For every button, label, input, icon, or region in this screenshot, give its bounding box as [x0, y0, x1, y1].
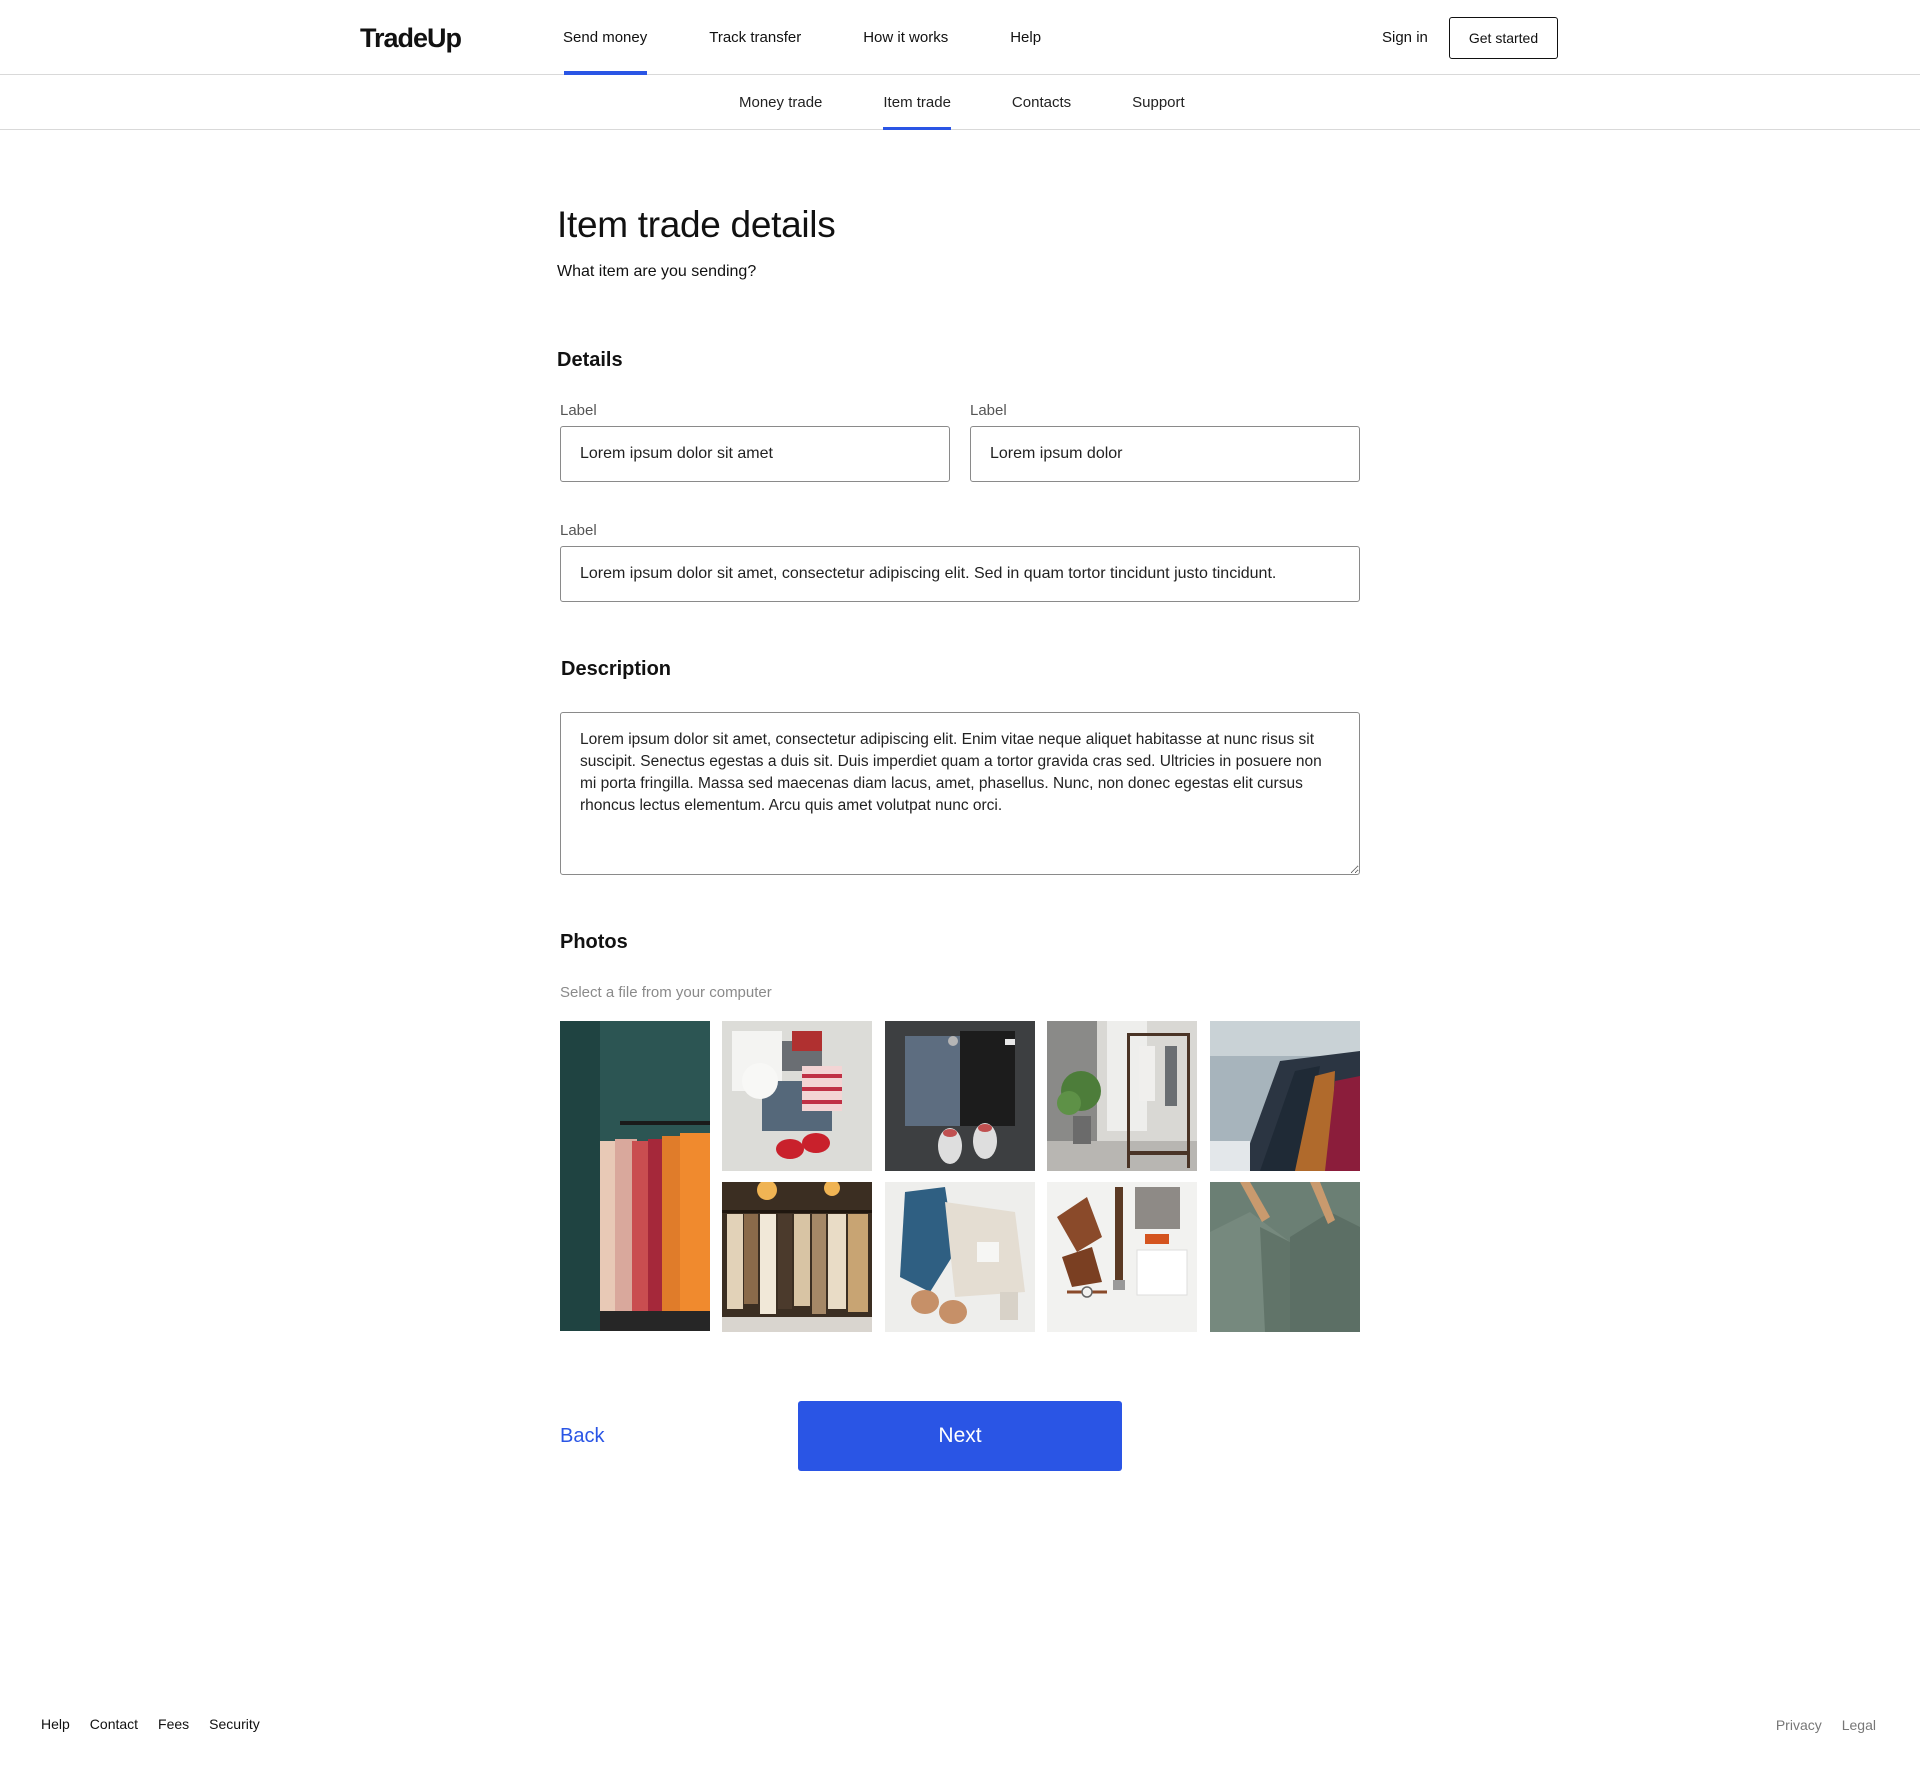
photo-folded-clothes-red-shoes-image — [722, 1021, 872, 1171]
sub-navigation: Money trade Item trade Contacts Support — [739, 75, 1185, 130]
description-textarea[interactable]: Lorem ipsum dolor sit amet, consectetur … — [560, 712, 1360, 875]
top-navigation-bar: TradeUp Send money Track transfer How it… — [0, 0, 1920, 75]
photo-clothing-rack-teal-wall[interactable] — [560, 1021, 710, 1331]
footer-contact-link[interactable]: Contact — [90, 1716, 138, 1732]
main-navigation: Send money Track transfer How it works H… — [540, 0, 1080, 75]
file-select-link[interactable]: Select a file from your computer — [560, 984, 772, 1001]
detail-field-2-input[interactable] — [970, 426, 1360, 482]
footer-legal-link[interactable]: Legal — [1842, 1717, 1876, 1733]
nav-help[interactable]: Help — [987, 0, 1064, 75]
footer-fees-link[interactable]: Fees — [158, 1716, 189, 1732]
photo-wooden-rack-with-plant[interactable] — [1047, 1021, 1197, 1171]
field-1-label: Label — [560, 402, 597, 419]
photo-boutique-clothing-rack[interactable] — [722, 1182, 872, 1332]
photo-green-shirts-hangers-image — [1210, 1182, 1360, 1332]
tab-money-trade[interactable]: Money trade — [739, 75, 822, 129]
tradeup-logo[interactable]: TradeUp — [360, 22, 462, 54]
description-heading: Description — [561, 658, 672, 680]
photo-boutique-clothing-rack-image — [722, 1182, 872, 1332]
tab-item-trade[interactable]: Item trade — [883, 75, 951, 130]
detail-field-1-input[interactable] — [560, 426, 950, 482]
photo-clothes-on-rack-closeup-image — [1210, 1021, 1360, 1171]
photos-heading: Photos — [560, 931, 628, 953]
footer-help-link[interactable]: Help — [41, 1716, 70, 1732]
next-button[interactable]: Next — [798, 1401, 1122, 1471]
sign-in-link[interactable]: Sign in — [1382, 0, 1428, 75]
nav-send-money[interactable]: Send money — [540, 0, 670, 75]
photo-jeans-sweater-flatlay[interactable] — [885, 1182, 1035, 1332]
photo-boots-belt-flatlay[interactable] — [1047, 1182, 1197, 1332]
nav-how-it-works[interactable]: How it works — [840, 0, 971, 75]
tab-support[interactable]: Support — [1132, 75, 1185, 129]
back-link[interactable]: Back — [560, 1425, 604, 1448]
page-title: Item trade details — [557, 204, 836, 245]
photo-jeans-and-sneakers-dark[interactable] — [885, 1021, 1035, 1171]
details-heading: Details — [557, 349, 623, 371]
footer-left-links: Help Contact Fees Security — [41, 1716, 280, 1732]
footer-security-link[interactable]: Security — [209, 1716, 260, 1732]
detail-field-3-input[interactable] — [560, 546, 1360, 602]
photo-folded-clothes-red-shoes[interactable] — [722, 1021, 872, 1171]
photo-wooden-rack-with-plant-image — [1047, 1021, 1197, 1171]
photo-jeans-sweater-flatlay-image — [885, 1182, 1035, 1332]
field-3-label: Label — [560, 522, 597, 539]
photo-clothes-on-rack-closeup[interactable] — [1210, 1021, 1360, 1171]
page-subtitle: What item are you sending? — [557, 263, 757, 280]
photo-jeans-and-sneakers-dark-image — [885, 1021, 1035, 1171]
sub-navigation-bar: Money trade Item trade Contacts Support — [0, 75, 1920, 130]
nav-track-transfer[interactable]: Track transfer — [686, 0, 824, 75]
photo-green-shirts-hangers[interactable] — [1210, 1182, 1360, 1332]
field-2-label: Label — [970, 402, 1007, 419]
photo-boots-belt-flatlay-image — [1047, 1182, 1197, 1332]
footer-privacy-link[interactable]: Privacy — [1776, 1717, 1822, 1733]
tab-contacts[interactable]: Contacts — [1012, 75, 1071, 129]
photo-clothing-rack-teal-wall-image — [560, 1021, 710, 1331]
footer-right-links: Privacy Legal — [1756, 1717, 1876, 1733]
get-started-button[interactable]: Get started — [1449, 17, 1558, 59]
